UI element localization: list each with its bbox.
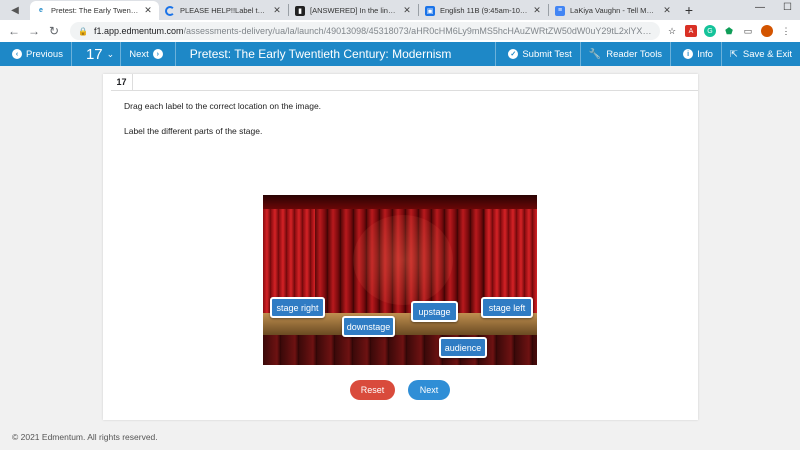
- copyright-footer: © 2021 Edmentum. All rights reserved.: [12, 432, 158, 442]
- browser-tab-5[interactable]: ≡ LaKiya Vaughn - Tell Me Abo ✕: [549, 1, 678, 20]
- address-host: f1.app.edmentum.com: [93, 26, 184, 36]
- address-bar[interactable]: 🔒 f1.app.edmentum.com /assessments-deliv…: [70, 22, 660, 40]
- browser-tab-1[interactable]: e Pretest: The Early Twentieth ✕: [30, 1, 159, 20]
- reload-icon[interactable]: ↻: [44, 24, 64, 38]
- extensions: ☆ A G ⬟ ▭ ⋮: [666, 25, 792, 37]
- tab-label: Pretest: The Early Twentieth: [51, 6, 139, 15]
- new-tab-icon[interactable]: +: [678, 0, 700, 20]
- spotlight: [353, 215, 453, 305]
- info-label: Info: [697, 48, 713, 60]
- label-downstage[interactable]: downstage: [342, 316, 395, 337]
- minimize-icon[interactable]: —: [755, 2, 765, 13]
- label-stage-left[interactable]: stage left: [481, 297, 533, 318]
- menu-icon[interactable]: ⋮: [780, 25, 792, 37]
- chevron-down-icon: ⌄: [106, 48, 115, 59]
- pdf-extension-icon[interactable]: A: [685, 25, 697, 37]
- classroom-icon: ▣: [425, 5, 435, 16]
- wrench-icon: 🔧: [588, 48, 602, 60]
- grammarly-extension-icon[interactable]: G: [704, 25, 716, 37]
- stage-image: [263, 195, 537, 365]
- book-icon: ▮: [295, 5, 305, 16]
- info-button[interactable]: i Info: [671, 42, 721, 66]
- next-button[interactable]: Next: [408, 380, 450, 400]
- question-number: 17: [85, 45, 103, 63]
- next-label: Next: [129, 48, 149, 60]
- reset-button[interactable]: Reset: [350, 380, 395, 400]
- profile-avatar[interactable]: [761, 25, 773, 37]
- tab-label: [ANSWERED] In the line "boo: [310, 6, 398, 15]
- close-icon[interactable]: ✕: [532, 5, 542, 16]
- tab-label: PLEASE HELP!!Label the diffe: [180, 6, 268, 15]
- close-icon[interactable]: ✕: [272, 5, 282, 16]
- bookmark-extension-icon[interactable]: ▭: [742, 25, 754, 37]
- submit-test-button[interactable]: ✓ Submit Test: [496, 42, 579, 66]
- check-icon: ✓: [508, 49, 519, 59]
- docs-icon: ≡: [555, 5, 565, 16]
- maximize-icon[interactable]: ☐: [783, 2, 792, 13]
- question-number-tab: 17: [111, 74, 133, 90]
- chevron-left-icon: ‹: [12, 49, 22, 59]
- assessment-toolbar: ‹ Previous 17 ⌄ Next › Pretest: The Earl…: [0, 42, 800, 66]
- loading-icon: [165, 5, 175, 16]
- divider: [174, 42, 176, 66]
- reader-tools-label: Reader Tools: [606, 48, 663, 60]
- lock-icon[interactable]: 🔒: [78, 27, 88, 36]
- close-icon[interactable]: ✕: [143, 5, 153, 16]
- chevron-right-icon: ›: [152, 49, 163, 59]
- tab-search-icon[interactable]: ◀: [0, 0, 30, 20]
- audience-seats: [263, 335, 537, 365]
- submit-label: Submit Test: [522, 48, 572, 60]
- tab-label: LaKiya Vaughn - Tell Me Abo: [570, 6, 658, 15]
- window-controls: — ☐: [755, 2, 792, 13]
- browser-tab-2[interactable]: PLEASE HELP!!Label the diffe ✕: [159, 1, 288, 20]
- reader-tools-button[interactable]: 🔧 Reader Tools: [581, 42, 670, 66]
- info-icon: i: [683, 49, 694, 59]
- prompt-text: Label the different parts of the stage.: [124, 126, 263, 136]
- label-audience[interactable]: audience: [439, 337, 487, 358]
- share-icon: ⇱: [729, 48, 738, 60]
- back-icon[interactable]: ←: [4, 24, 24, 38]
- divider: [111, 90, 698, 91]
- edmentum-icon: e: [39, 7, 43, 14]
- browser-toolbar: ← → ↻ 🔒 f1.app.edmentum.com /assessments…: [0, 20, 800, 42]
- question-selector[interactable]: 17 ⌄: [72, 42, 120, 66]
- test-title: Pretest: The Early Twentieth Century: Mo…: [189, 47, 452, 61]
- tab-label: English 11B (9:45am-10:45a: [440, 6, 528, 15]
- shield-extension-icon[interactable]: ⬟: [723, 25, 735, 37]
- label-stage-right[interactable]: stage right: [270, 297, 325, 318]
- label-upstage[interactable]: upstage: [411, 301, 458, 322]
- save-exit-button[interactable]: ⇱ Save & Exit: [722, 42, 800, 66]
- previous-button[interactable]: ‹ Previous: [0, 42, 71, 66]
- instruction-text: Drag each label to the correct location …: [124, 101, 322, 111]
- close-icon[interactable]: ✕: [662, 5, 672, 16]
- curtain-valance: [263, 195, 537, 209]
- browser-tab-strip: ◀ e Pretest: The Early Twentieth ✕ PLEAS…: [0, 0, 800, 20]
- next-question-button[interactable]: Next ›: [121, 42, 175, 66]
- close-icon[interactable]: ✕: [402, 5, 412, 16]
- forward-icon[interactable]: →: [24, 24, 44, 38]
- address-path: /assessments-delivery/ua/la/launch/49013…: [183, 26, 652, 36]
- star-icon[interactable]: ☆: [666, 25, 678, 37]
- browser-tab-4[interactable]: ▣ English 11B (9:45am-10:45a ✕: [419, 1, 548, 20]
- save-exit-label: Save & Exit: [742, 48, 792, 60]
- browser-tab-3[interactable]: ▮ [ANSWERED] In the line "boo ✕: [289, 1, 418, 20]
- previous-label: Previous: [26, 48, 63, 60]
